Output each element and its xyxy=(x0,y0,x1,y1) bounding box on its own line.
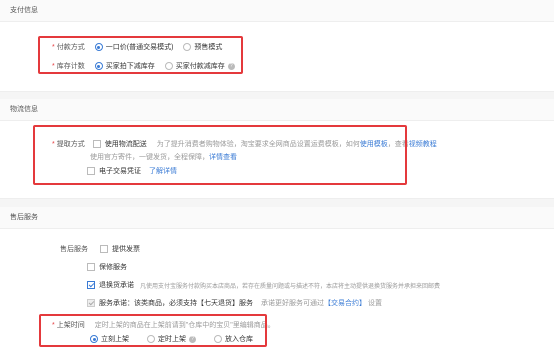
highlight-box-payment xyxy=(38,36,243,74)
return-promise-row: 退换货承诺 凡使用支付宝服务付款购买本店商品，若存在质量问题或与描述不符，本店将… xyxy=(87,280,440,290)
video-tutorial-link[interactable]: 视频教程 xyxy=(409,139,437,149)
aftersale-header: 售后服务 xyxy=(0,207,554,229)
promise-checkbox xyxy=(87,299,95,307)
trade-contract-link[interactable]: 【交易合约】 xyxy=(324,298,366,308)
return-hint: 凡使用支付宝服务付款购买本店商品，若存在质量问题或与描述不符，本店将主动提供退换… xyxy=(140,283,441,290)
invoice-checkbox[interactable] xyxy=(100,245,108,253)
highlight-box-logistics xyxy=(33,125,407,185)
aftersale-service-row: 售后服务 提供发票 xyxy=(60,244,140,254)
warranty-checkbox[interactable] xyxy=(87,263,95,271)
warranty-label: 保修服务 xyxy=(99,264,127,271)
highlight-box-listing xyxy=(39,314,267,347)
return-checkbox[interactable] xyxy=(87,281,95,289)
invoice-label: 提供发票 xyxy=(112,246,140,253)
return-label: 退换货承诺 xyxy=(99,282,134,289)
service-promise-row: 服务承诺：该类商品，必须支持【七天退货】服务 承诺更好服务可通过 【交易合约】 … xyxy=(87,298,382,308)
warranty-row: 保修服务 xyxy=(87,262,127,272)
promise-label: 服务承诺：该类商品，必须支持【七天退货】服务 xyxy=(99,300,253,307)
logistics-header: 物流信息 xyxy=(0,99,554,121)
aftersale-service-label: 售后服务 xyxy=(60,246,88,253)
payment-header: 支付信息 xyxy=(0,0,554,22)
